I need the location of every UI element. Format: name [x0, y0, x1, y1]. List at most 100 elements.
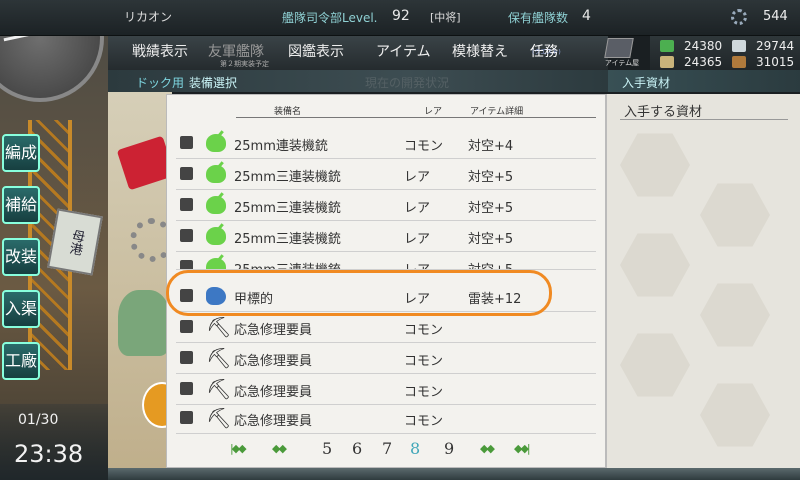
page-8-current[interactable]: 8 [410, 439, 420, 458]
bauxite-value: 31015 [756, 55, 795, 69]
sidebar-button-remodel[interactable]: 改装 [2, 238, 40, 276]
aa-gun-icon [206, 258, 226, 269]
ammo-value: 24365 [684, 55, 723, 69]
column-header-detail: アイテム詳細 [470, 107, 524, 117]
fuel-icon [660, 40, 674, 52]
gear-icon [731, 9, 747, 25]
aa-gun-icon [206, 227, 226, 245]
hq-level-value: 92 [392, 8, 410, 24]
repair-icon: ⛏ [206, 406, 232, 430]
nav-items[interactable]: アイテム [376, 41, 431, 61]
gain-divider [620, 119, 788, 120]
steel-icon [732, 40, 746, 52]
first-page-button[interactable]: |◆◆ [230, 442, 247, 455]
row-checkbox[interactable] [180, 167, 193, 180]
bauxite-icon [732, 56, 746, 68]
row-name: 25mm三連装機銃 [234, 232, 341, 247]
equipment-row[interactable]: ⛏ 応急修理要員 コモン [176, 403, 596, 434]
row-rarity: レア [404, 232, 431, 247]
date-display: 01/30 [18, 412, 59, 428]
column-header-rarity: レア [424, 107, 443, 117]
gain-materials-title: 入手する資材 [624, 105, 703, 120]
row-checkbox[interactable] [180, 229, 193, 242]
gear-count: 544 [763, 9, 788, 24]
nav-encyclopedia[interactable]: 図鑑表示 [288, 41, 344, 61]
row-detail: 対空+4 [468, 139, 514, 154]
equipment-row[interactable]: 25mm三連装機銃 レア 対空+5 [176, 159, 596, 190]
equipment-row[interactable]: 25mm三連装機銃 レア 対空+5 [176, 190, 596, 221]
next-page-button[interactable]: ◆◆ [480, 442, 495, 455]
row-name: 25mm三連装機銃 [234, 259, 341, 269]
row-detail: 対空+5 [468, 259, 513, 269]
equip-select-label: 装備選択 [189, 76, 238, 90]
row-name: 25mm三連装機銃 [234, 201, 341, 216]
ships-count-label: 保有艦隊数 [508, 11, 569, 25]
page-9[interactable]: 9 [444, 439, 454, 458]
equipment-row[interactable]: 25mm三連装機銃 レア 対空+5 [176, 221, 596, 252]
steel-value: 29744 [756, 39, 795, 53]
nav-friend-fleet[interactable]: 友軍艦隊 [208, 41, 264, 61]
row-rarity: レア [404, 170, 431, 185]
page-7[interactable]: 7 [382, 439, 392, 458]
time-display: 23:38 [14, 440, 84, 468]
row-checkbox[interactable] [180, 198, 193, 211]
aa-gun-icon [206, 165, 226, 183]
row-checkbox[interactable] [180, 411, 193, 424]
admiral-name: リカオン [124, 10, 173, 24]
repair-icon: ⛏ [206, 315, 232, 339]
nav-quest-sub: (クエスト) [532, 49, 561, 56]
sidebar-button-supply[interactable]: 補給 [2, 186, 40, 224]
sidebar-button-arsenal[interactable]: 工廠 [2, 342, 40, 380]
equipment-row[interactable]: 25mm三連装機銃 レア 対空+5 [176, 252, 596, 270]
item-shop-button[interactable]: アイテム屋 [600, 38, 640, 68]
equipment-row[interactable]: ⛏ 応急修理要員 コモン [176, 343, 596, 374]
row-name: 応急修理要員 [234, 385, 313, 400]
equipment-row[interactable]: ⛏ 応急修理要員 コモン [176, 312, 596, 343]
row-checkbox[interactable] [180, 351, 193, 364]
row-checkbox[interactable] [180, 320, 193, 333]
rank-badge: [中将] [430, 11, 461, 24]
row-name: 応急修理要員 [234, 414, 313, 429]
last-page-button[interactable]: ◆◆| [514, 442, 531, 455]
row-rarity: コモン [404, 354, 444, 369]
row-rarity: レア [404, 201, 431, 216]
header-divider [236, 117, 596, 118]
row-name: 応急修理要員 [234, 323, 313, 338]
ammo-icon [660, 56, 674, 68]
sidebar-button-organize[interactable]: 編成 [2, 134, 40, 172]
page-5[interactable]: 5 [322, 439, 332, 458]
page-6[interactable]: 6 [352, 439, 362, 458]
bottom-frame [108, 468, 800, 480]
equipment-row[interactable]: ⛏ 応急修理要員 コモン [176, 374, 596, 405]
row-detail: 対空+5 [468, 201, 514, 216]
dev-status-label: 現在の開発状況 [365, 76, 450, 90]
dock-label: ドック用 [136, 76, 185, 90]
row-rarity: コモン [404, 385, 444, 400]
fuel-value: 24380 [684, 39, 723, 53]
row-detail: 対空+5 [468, 232, 514, 247]
row-name: 応急修理要員 [234, 354, 313, 369]
selection-highlight [166, 270, 552, 316]
pagination: |◆◆ ◆◆ 5 6 7 8 9 ◆◆ ◆◆| [230, 438, 560, 458]
top-status-bar: リカオン 艦隊司令部Level. 92 [中将] 保有艦隊数 4 544 [0, 0, 800, 36]
fairy-character [118, 290, 170, 356]
nav-record[interactable]: 戦績表示 [132, 41, 188, 61]
repair-icon: ⛏ [206, 346, 232, 370]
hq-level-label: 艦隊司令部Level. [282, 11, 378, 25]
sidebar-button-dock[interactable]: 入渠 [2, 290, 40, 328]
equipment-row[interactable]: 25mm連装機銃 コモン 対空+4 [176, 128, 596, 159]
row-checkbox[interactable] [180, 136, 193, 149]
ships-count-value: 4 [582, 8, 591, 24]
row-checkbox[interactable] [180, 382, 193, 395]
row-detail: 対空+5 [468, 170, 514, 185]
repair-icon: ⛏ [206, 377, 232, 401]
prev-page-button[interactable]: ◆◆ [272, 442, 287, 455]
column-header-name: 装備名 [274, 107, 302, 117]
row-rarity: コモン [404, 323, 444, 338]
row-checkbox[interactable] [180, 260, 193, 269]
nav-furniture[interactable]: 模様替え [452, 41, 508, 61]
gain-header-label: 入手資材 [622, 76, 671, 90]
aa-gun-icon [206, 134, 226, 152]
row-name: 25mm三連装機銃 [234, 170, 341, 185]
item-shop-icon [604, 38, 634, 58]
